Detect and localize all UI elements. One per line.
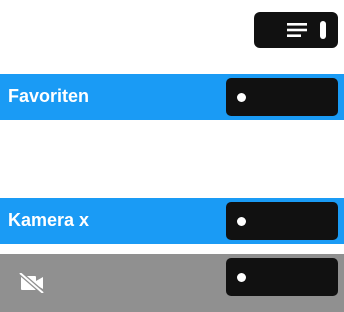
favoriten-row: Favoriten bbox=[0, 74, 344, 120]
softkey-dot-icon bbox=[237, 92, 246, 102]
video-off-icon bbox=[19, 273, 45, 293]
softkey-dot-icon bbox=[237, 272, 246, 282]
favoriten-softkey[interactable] bbox=[226, 78, 338, 116]
video-off-softkey[interactable] bbox=[226, 258, 338, 296]
softkey-dot-icon bbox=[237, 216, 246, 226]
kamera-x-row: Kamera x bbox=[0, 198, 344, 244]
kamera-x-softkey[interactable] bbox=[226, 202, 338, 240]
pill-icon bbox=[320, 21, 326, 39]
kamera-x-label: Kamera x bbox=[8, 210, 90, 230]
video-off-row bbox=[0, 254, 344, 312]
menu-lines-icon bbox=[287, 23, 307, 37]
top-menu-button[interactable] bbox=[254, 12, 338, 48]
favoriten-label: Favoriten bbox=[8, 86, 90, 106]
